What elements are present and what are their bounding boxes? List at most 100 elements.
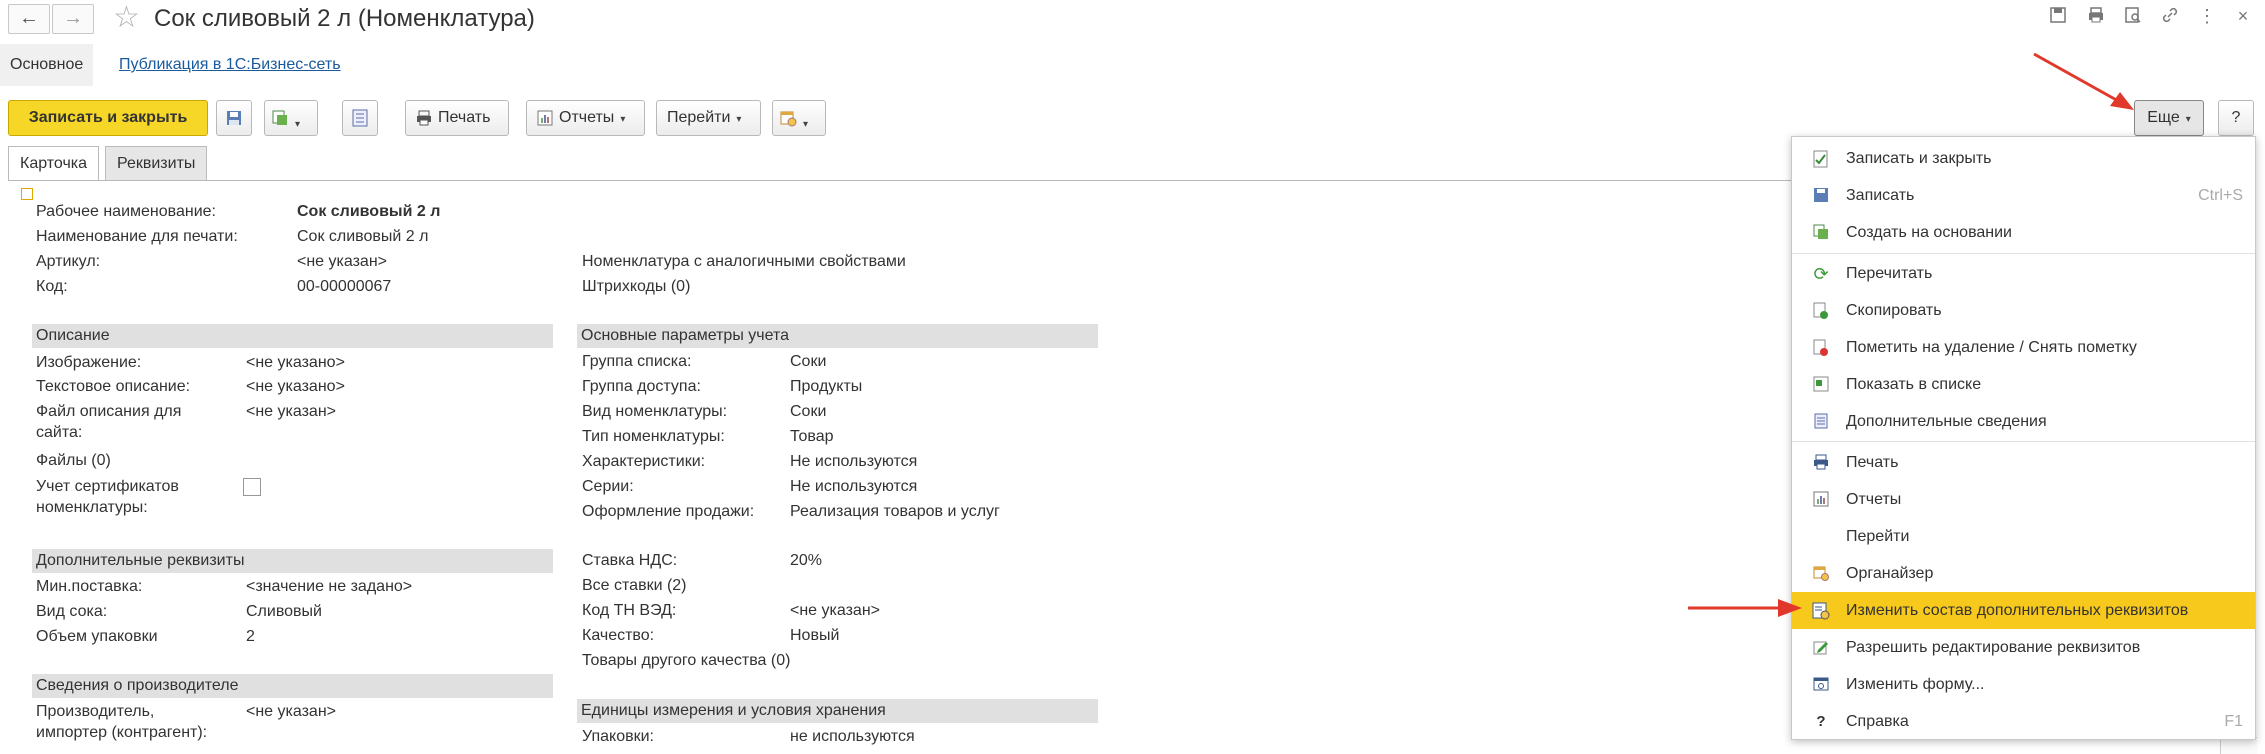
nomenclature-kind-label: Вид номенклатуры: <box>582 403 728 420</box>
save-and-close-button[interactable]: Записать и закрыть <box>8 100 208 136</box>
tnved-value[interactable]: <не указан> <box>790 601 880 621</box>
close-icon[interactable]: × <box>2230 6 2256 27</box>
menu-item-label: Пометить на удаление / Снять пометку <box>1846 339 2137 356</box>
vat-rate-value[interactable]: 20% <box>790 551 822 571</box>
characteristics-value[interactable]: Не используются <box>790 452 917 472</box>
save-button[interactable] <box>216 100 252 136</box>
certificates-checkbox[interactable] <box>243 478 261 496</box>
menu-item-change-form[interactable]: Изменить форму... <box>1792 666 2255 703</box>
subtab-main[interactable]: Основное <box>0 44 94 86</box>
refresh-icon: ⟳ <box>1813 264 1829 284</box>
article-value[interactable]: <не указан> <box>297 252 387 272</box>
floppy-icon <box>1812 187 1830 205</box>
delete-mark-icon <box>1812 339 1830 357</box>
preview-icon[interactable] <box>2120 6 2146 29</box>
min-supply-value[interactable]: <значение не задано> <box>246 577 412 597</box>
series-value[interactable]: Не используются <box>790 477 917 497</box>
menu-item-show-in-list[interactable]: Показать в списке <box>1792 366 2255 403</box>
code-value[interactable]: 00-00000067 <box>297 277 391 297</box>
menu-item-label: Записать и закрыть <box>1846 150 1992 167</box>
menu-item-label: Создать на основании <box>1846 224 2012 241</box>
packages-value[interactable]: не используются <box>790 727 915 747</box>
quality-value[interactable]: Новый <box>790 626 839 646</box>
print-button[interactable]: Печать <box>405 100 509 136</box>
additional-info-button[interactable] <box>342 100 378 136</box>
menu-item-label: Записать <box>1846 187 1915 204</box>
organizer-icon <box>780 111 797 127</box>
image-value[interactable]: <не указано> <box>246 353 345 373</box>
file-description-value[interactable]: <не указан> <box>246 402 336 422</box>
quality-label: Качество: <box>582 627 655 644</box>
tab-divider <box>8 180 1798 181</box>
print-name-value[interactable]: Сок сливовый 2 л <box>297 227 428 247</box>
menu-item-reports[interactable]: Отчеты <box>1792 481 2255 518</box>
document-check-icon <box>1812 150 1830 168</box>
barcodes-link[interactable]: Штрихкоды (0) <box>582 277 690 297</box>
menu-item-allow-edit[interactable]: Разрешить редактирование реквизитов <box>1792 629 2255 666</box>
back-button[interactable]: ← <box>8 4 50 34</box>
tab-requisites[interactable]: Реквизиты <box>105 146 208 180</box>
menu-item-save-and-close[interactable]: Записать и закрыть <box>1792 140 2255 177</box>
menu-item-save[interactable]: Записать Ctrl+S <box>1792 177 2255 214</box>
reports-button[interactable]: Отчеты ▾ <box>526 100 645 136</box>
other-quality-link[interactable]: Товары другого качества (0) <box>582 651 790 671</box>
menu-item-copy[interactable]: Скопировать <box>1792 292 2255 329</box>
menu-item-label: Органайзер <box>1846 565 1934 582</box>
menu-item-create-based-on[interactable]: Создать на основании <box>1792 214 2255 251</box>
save-icon[interactable] <box>2045 6 2071 29</box>
working-name-label: Рабочее наименование: <box>36 203 216 220</box>
more-button[interactable]: Еще ▾ <box>2134 100 2204 136</box>
menu-item-reread[interactable]: ⟳ Перечитать <box>1792 255 2255 292</box>
min-supply-label: Мин.поставка: <box>36 578 143 595</box>
juice-type-value[interactable]: Сливовый <box>246 602 322 622</box>
more-vertical-icon[interactable]: ⋮ <box>2194 6 2220 27</box>
description-section-title: Описание <box>32 324 553 348</box>
menu-item-mark-deletion[interactable]: Пометить на удаление / Снять пометку <box>1792 329 2255 366</box>
text-description-label: Текстовое описание: <box>36 378 191 395</box>
menu-item-label: Перейти <box>1846 528 1910 545</box>
goto-button[interactable]: Перейти ▾ <box>656 100 761 136</box>
organizer-button[interactable]: ▾ <box>772 100 826 136</box>
reports-button-label: Отчеты <box>559 109 615 126</box>
report-icon <box>537 110 553 126</box>
vat-rate-label: Ставка НДС: <box>582 552 678 569</box>
certificates-label: Учет сертификатов <box>36 478 179 495</box>
favorite-star-icon[interactable]: ☆ <box>113 3 140 33</box>
forward-button[interactable]: → <box>52 4 94 34</box>
menu-item-change-extra-requisites[interactable]: Изменить состав дополнительных реквизито… <box>1792 592 2255 629</box>
create-based-icon <box>272 110 287 125</box>
text-description-value[interactable]: <не указано> <box>246 377 345 397</box>
pack-volume-value[interactable]: 2 <box>246 627 255 647</box>
menu-item-print[interactable]: Печать <box>1792 444 2255 481</box>
subtab-publish-link[interactable]: Публикация в 1С:Бизнес-сеть <box>119 44 341 86</box>
analogs-link[interactable]: Номенклатура с аналогичными свойствами <box>582 252 906 272</box>
goto-button-label: Перейти <box>667 109 731 126</box>
create-based-on-button[interactable]: ▾ <box>264 100 318 136</box>
print-icon[interactable] <box>2083 6 2109 29</box>
access-group-value[interactable]: Продукты <box>790 377 862 397</box>
pencil-icon <box>1812 639 1830 657</box>
tab-card[interactable]: Карточка <box>8 146 100 181</box>
menu-item-organizer[interactable]: Органайзер <box>1792 555 2255 592</box>
help-button[interactable]: ? <box>2218 100 2254 136</box>
show-in-list-icon <box>1812 376 1830 394</box>
more-dropdown-menu: Записать и закрыть Записать Ctrl+S Созда… <box>1791 136 2256 740</box>
nomenclature-type-value[interactable]: Товар <box>790 427 834 447</box>
producer-value[interactable]: <не указан> <box>246 702 336 722</box>
list-group-value[interactable]: Соки <box>790 352 826 372</box>
edit-requisites-icon <box>1812 602 1830 620</box>
working-name-value[interactable]: Сок сливовый 2 л <box>297 202 440 222</box>
sale-registration-value[interactable]: Реализация товаров и услуг <box>790 502 1000 522</box>
menu-item-help[interactable]: ? Справка F1 <box>1792 703 2255 740</box>
certificates-label-2: номенклатуры: <box>36 499 148 516</box>
arrow-right-icon: → <box>63 7 83 29</box>
arrow-left-icon: ← <box>19 7 39 29</box>
page-title: Сок сливовый 2 л (Номенклатура) <box>154 5 535 32</box>
menu-item-label: Показать в списке <box>1846 376 1982 393</box>
link-icon[interactable] <box>2157 6 2183 29</box>
all-rates-link[interactable]: Все ставки (2) <box>582 576 687 596</box>
files-link[interactable]: Файлы (0) <box>36 451 111 471</box>
menu-item-goto[interactable]: Перейти <box>1792 518 2255 555</box>
menu-item-additional-info[interactable]: Дополнительные сведения <box>1792 403 2255 440</box>
nomenclature-kind-value[interactable]: Соки <box>790 402 826 422</box>
